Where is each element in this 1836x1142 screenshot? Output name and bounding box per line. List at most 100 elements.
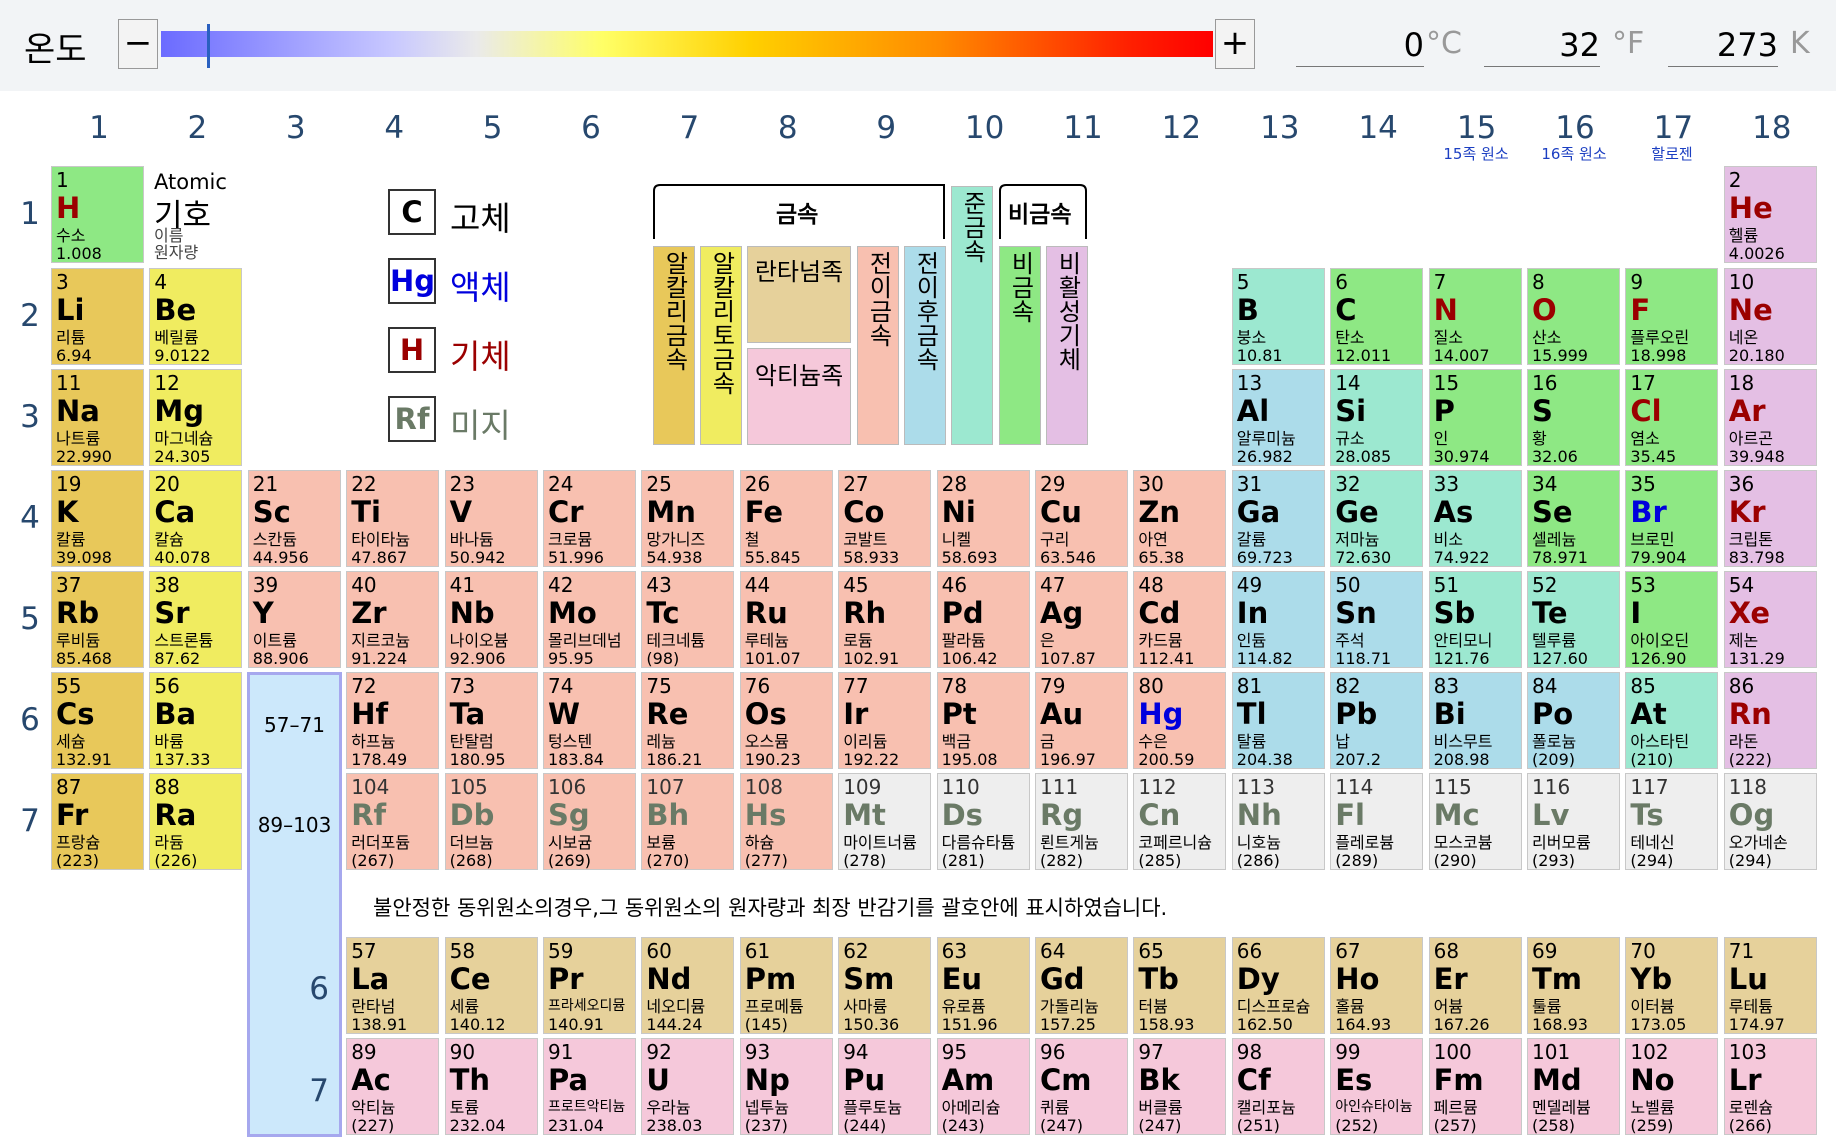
element-cell-au[interactable]: 79 Au 금 196.97 <box>1035 672 1128 769</box>
element-cell-si[interactable]: 14 Si 규소 28.085 <box>1330 369 1424 466</box>
category-transition-metal[interactable]: 전이금속 <box>857 246 899 445</box>
element-cell-hs[interactable]: 108 Hs 하슘 (277) <box>739 773 833 870</box>
element-cell-rh[interactable]: 45 Rh 로듐 102.91 <box>838 571 932 668</box>
decrease-temperature-button[interactable]: − <box>118 19 158 69</box>
group-header-1[interactable]: 1 <box>50 110 148 146</box>
category-metalloid[interactable]: 준금속 <box>951 186 993 445</box>
element-cell-ho[interactable]: 67 Ho 홀뮴 164.93 <box>1330 937 1424 1034</box>
group-header-7[interactable]: 7 <box>640 110 738 146</box>
element-cell-sg[interactable]: 106 Sg 시보귬 (269) <box>543 773 636 870</box>
category-alkaline-earth[interactable]: 알칼리토금속 <box>700 246 742 445</box>
group-header-6[interactable]: 6 <box>542 110 640 146</box>
group-16-name[interactable]: 16족 원소 <box>1525 143 1623 164</box>
group-header-10[interactable]: 10 <box>936 110 1034 146</box>
element-cell-eu[interactable]: 63 Eu 유로퓸 151.96 <box>936 937 1030 1034</box>
element-cell-fl[interactable]: 114 Fl 플레로븀 (289) <box>1330 773 1424 870</box>
element-cell-pr[interactable]: 59 Pr 프라세오디뮴 140.91 <box>543 937 636 1034</box>
group-header-11[interactable]: 11 <box>1034 110 1132 146</box>
element-cell-bk[interactable]: 97 Bk 버클륨 (247) <box>1133 1038 1227 1135</box>
element-cell-ti[interactable]: 22 Ti 타이타늄 47.867 <box>346 470 440 567</box>
increase-temperature-button[interactable]: + <box>1215 19 1255 69</box>
element-cell-lv[interactable]: 116 Lv 리버모륨 (293) <box>1527 773 1620 870</box>
group-header-2[interactable]: 2 <box>148 110 246 146</box>
element-cell-mc[interactable]: 115 Mc 모스코븀 (290) <box>1428 773 1522 870</box>
element-cell-cu[interactable]: 29 Cu 구리 63.546 <box>1035 470 1128 567</box>
element-cell-np[interactable]: 93 Np 넵투늄 (237) <box>739 1038 833 1135</box>
fahrenheit-input[interactable]: 32 <box>1484 24 1600 67</box>
group-header-18[interactable]: 18 <box>1723 110 1821 146</box>
element-cell-po[interactable]: 84 Po 폴로늄 (209) <box>1527 672 1620 769</box>
element-cell-cs[interactable]: 55 Cs 세슘 132.91 <box>51 672 144 769</box>
element-cell-b[interactable]: 5 B 붕소 10.81 <box>1231 268 1325 365</box>
element-cell-sm[interactable]: 62 Sm 사마륨 150.36 <box>838 937 932 1034</box>
element-cell-yb[interactable]: 70 Yb 이터븀 173.05 <box>1625 937 1719 1034</box>
element-cell-mt[interactable]: 109 Mt 마이트너륨 (278) <box>838 773 932 870</box>
element-cell-rf[interactable]: 104 Rf 러더포듐 (267) <box>346 773 440 870</box>
element-cell-ra[interactable]: 88 Ra 라듐 (226) <box>149 773 243 870</box>
element-cell-cl[interactable]: 17 Cl 염소 35.45 <box>1625 369 1719 466</box>
group-header-16[interactable]: 16 <box>1526 110 1624 146</box>
element-cell-es[interactable]: 99 Es 아인슈타이늄 (252) <box>1330 1038 1424 1135</box>
element-cell-cm[interactable]: 96 Cm 퀴륨 (247) <box>1035 1038 1128 1135</box>
element-cell-lu[interactable]: 71 Lu 루테튬 174.97 <box>1723 937 1817 1034</box>
element-cell-tb[interactable]: 65 Tb 터븀 158.93 <box>1133 937 1227 1034</box>
element-cell-pa[interactable]: 91 Pa 프로트악티늄 231.04 <box>543 1038 636 1135</box>
period-header-3[interactable]: 3 <box>14 399 46 435</box>
element-cell-sb[interactable]: 51 Sb 안티모니 121.76 <box>1428 571 1522 668</box>
element-cell-at[interactable]: 85 At 아스타틴 (210) <box>1625 672 1719 769</box>
category-post-transition[interactable]: 전이후금속 <box>904 246 946 445</box>
element-cell-kr[interactable]: 36 Kr 크립톤 83.798 <box>1723 470 1817 567</box>
element-cell-sr[interactable]: 38 Sr 스트론튬 87.62 <box>149 571 243 668</box>
group-header-4[interactable]: 4 <box>345 110 443 146</box>
element-cell-tl[interactable]: 81 Tl 탈륨 204.38 <box>1231 672 1325 769</box>
element-cell-mn[interactable]: 25 Mn 망가니즈 54.938 <box>641 470 735 567</box>
element-cell-ar[interactable]: 18 Ar 아르곤 39.948 <box>1723 369 1817 466</box>
element-cell-ni[interactable]: 28 Ni 니켈 58.693 <box>936 470 1030 567</box>
element-cell-pu[interactable]: 94 Pu 플루토늄 (244) <box>838 1038 932 1135</box>
element-cell-sn[interactable]: 50 Sn 주석 118.71 <box>1330 571 1424 668</box>
element-cell-xe[interactable]: 54 Xe 제논 131.29 <box>1723 571 1817 668</box>
element-cell-ds[interactable]: 110 Ds 다름슈타튬 (281) <box>936 773 1030 870</box>
element-cell-os[interactable]: 76 Os 오스뮴 190.23 <box>739 672 833 769</box>
element-cell-pb[interactable]: 82 Pb 납 207.2 <box>1330 672 1424 769</box>
element-cell-nd[interactable]: 60 Nd 네오디뮴 144.24 <box>641 937 735 1034</box>
element-cell-bi[interactable]: 83 Bi 비스무트 208.98 <box>1428 672 1522 769</box>
category-noble-gas[interactable]: 비활성기체 <box>1046 246 1088 445</box>
element-cell-bh[interactable]: 107 Bh 보륨 (270) <box>641 773 735 870</box>
element-cell-pd[interactable]: 46 Pd 팔라듐 106.42 <box>936 571 1030 668</box>
element-cell-v[interactable]: 23 V 바나듐 50.942 <box>444 470 538 567</box>
element-cell-in[interactable]: 49 In 인듐 114.82 <box>1231 571 1325 668</box>
temperature-slider-thumb[interactable] <box>207 24 210 68</box>
period-header-5[interactable]: 5 <box>14 601 46 637</box>
element-cell-la[interactable]: 57 La 란타넘 138.91 <box>346 937 440 1034</box>
group-15-name[interactable]: 15족 원소 <box>1427 143 1525 164</box>
element-cell-mo[interactable]: 42 Mo 몰리브데넘 95.95 <box>543 571 636 668</box>
group-17-name[interactable]: 할로젠 <box>1623 143 1721 164</box>
actinide-range-label[interactable]: 89–103 <box>250 813 339 837</box>
element-cell-i[interactable]: 53 I 아이오딘 126.90 <box>1625 571 1719 668</box>
group-header-12[interactable]: 12 <box>1132 110 1230 146</box>
period-header-4[interactable]: 4 <box>14 500 46 536</box>
element-cell-co[interactable]: 27 Co 코발트 58.933 <box>838 470 932 567</box>
element-cell-mg[interactable]: 12 Mg 마그네슘 24.305 <box>149 369 243 466</box>
group-header-9[interactable]: 9 <box>837 110 935 146</box>
group-header-8[interactable]: 8 <box>739 110 837 146</box>
element-cell-ba[interactable]: 56 Ba 바륨 137.33 <box>149 672 243 769</box>
element-cell-re[interactable]: 75 Re 레늄 186.21 <box>641 672 735 769</box>
element-cell-pm[interactable]: 61 Pm 프로메튬 (145) <box>739 937 833 1034</box>
element-cell-ts[interactable]: 117 Ts 테네신 (294) <box>1625 773 1719 870</box>
element-cell-hg[interactable]: 80 Hg 수은 200.59 <box>1133 672 1227 769</box>
element-cell-w[interactable]: 74 W 텅스텐 183.84 <box>543 672 636 769</box>
element-cell-no[interactable]: 102 No 노벨륨 (259) <box>1625 1038 1719 1135</box>
category-actinide[interactable]: 악티늄족 <box>747 348 851 445</box>
element-cell-f[interactable]: 9 F 플루오린 18.998 <box>1625 268 1719 365</box>
element-cell-cr[interactable]: 24 Cr 크로뮴 51.996 <box>543 470 636 567</box>
element-cell-md[interactable]: 101 Md 멘델레븀 (258) <box>1527 1038 1620 1135</box>
temperature-slider[interactable] <box>161 31 1213 57</box>
element-cell-ca[interactable]: 20 Ca 칼슘 40.078 <box>149 470 243 567</box>
element-cell-ir[interactable]: 77 Ir 이리듐 192.22 <box>838 672 932 769</box>
element-cell-n[interactable]: 7 N 질소 14.007 <box>1428 268 1522 365</box>
element-cell-c[interactable]: 6 C 탄소 12.011 <box>1330 268 1424 365</box>
element-cell-as[interactable]: 33 As 비소 74.922 <box>1428 470 1522 567</box>
lanthanide-range-label[interactable]: 57–71 <box>250 713 339 737</box>
